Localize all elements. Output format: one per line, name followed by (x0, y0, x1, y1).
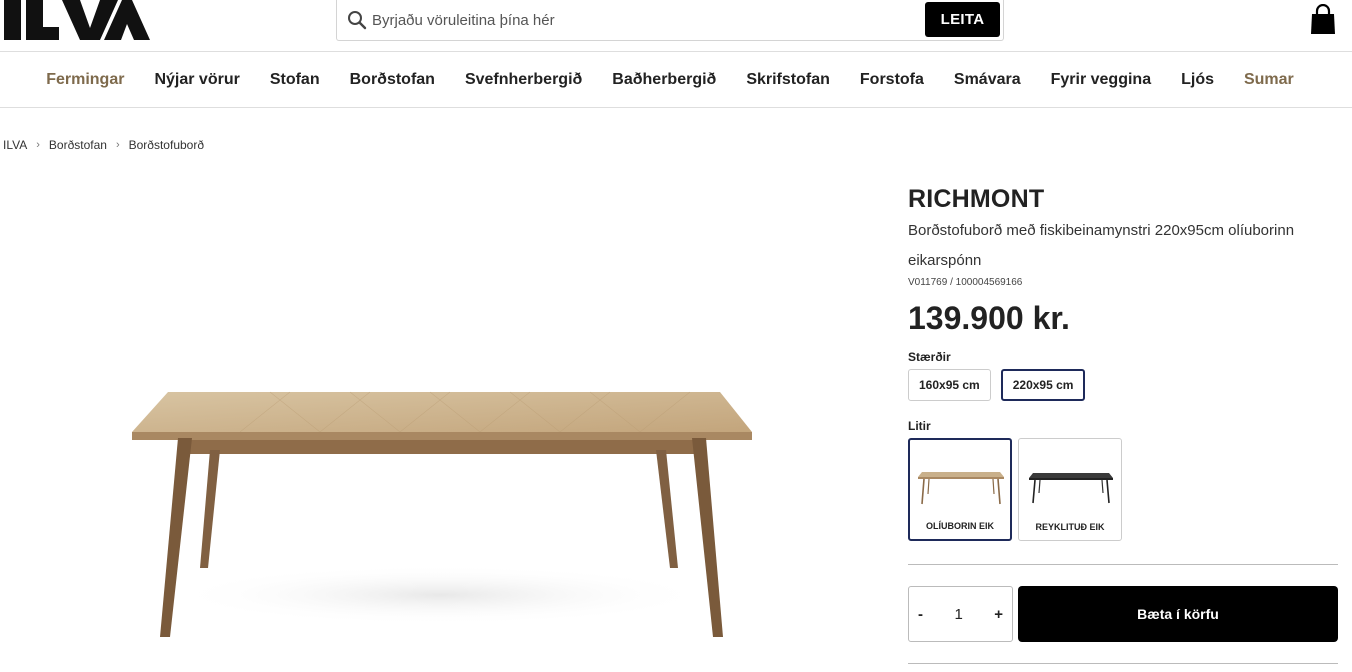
quantity-value[interactable]: 1 (954, 606, 962, 623)
size-options: 160x95 cm 220x95 cm (908, 369, 1338, 401)
product-image[interactable] (120, 380, 770, 655)
nav-item-fyrir-veggina[interactable]: Fyrir veggina (1051, 71, 1151, 89)
product-info: RICHMONT Borðstofuborð með fiskibeinamyn… (908, 184, 1338, 541)
nav-item-svefnherbergið[interactable]: Svefnherbergið (465, 71, 582, 89)
colors-label: Litir (908, 419, 931, 433)
nav-item-skrifstofan[interactable]: Skrifstofan (746, 71, 830, 89)
chevron-right-icon: › (36, 139, 40, 151)
divider (908, 564, 1338, 565)
nav-item-smávara[interactable]: Smávara (954, 71, 1021, 89)
breadcrumb-home[interactable]: ILVA (3, 138, 27, 152)
color-option-oiled-oak[interactable]: OLÍUBORIN EIK (908, 438, 1012, 541)
main-navigation: Fermingar Nýjar vörur Stofan Borðstofan Svef… (0, 52, 1352, 108)
site-header: LEITA (0, 0, 1352, 52)
nav-item-baðherbergið[interactable]: Baðherbergið (612, 71, 716, 89)
search-button[interactable]: LEITA (925, 2, 1000, 37)
breadcrumb-category[interactable]: Borðstofan (49, 138, 107, 152)
quantity-decrease-button[interactable]: - (918, 606, 923, 623)
product-description: Borðstofuborð með fiskibeinamynstri 220x… (908, 222, 1295, 269)
breadcrumb-current[interactable]: Borðstofuborð (129, 138, 204, 152)
color-name: REYKLITUÐ EIK (1035, 522, 1105, 532)
nav-item-borðstofan[interactable]: Borðstofan (350, 71, 435, 89)
sizes-label: Stærðir (908, 350, 951, 364)
quantity-increase-button[interactable]: + (994, 606, 1003, 623)
nav-item-forstofa[interactable]: Forstofa (860, 71, 924, 89)
shopping-bag-icon[interactable] (1308, 4, 1338, 36)
product-price: 139.900 kr. (908, 300, 1070, 336)
chevron-right-icon: › (115, 139, 120, 151)
oiled-oak-table-thumbnail (918, 472, 1004, 505)
size-option-220x95[interactable]: 220x95 cm (1000, 369, 1086, 401)
color-name: OLÍUBORIN EIK (925, 521, 994, 531)
breadcrumb: ILVA › Borðstofan › Borðstofuborð (3, 138, 204, 152)
nav-item-sumar[interactable]: Sumar (1244, 71, 1294, 89)
product-title: RICHMONT (908, 185, 1045, 213)
nav-item-nýjar-vörur[interactable]: Nýjar vörur (154, 71, 239, 89)
ilva-logo[interactable] (4, 0, 150, 42)
divider (908, 663, 1338, 664)
search-icon (348, 11, 367, 30)
search-bar: LEITA (336, 0, 1004, 41)
product-sku: V011769 / 100004569166 (908, 277, 1023, 288)
color-option-smoked-oak[interactable]: REYKLITUÐ EIK (1018, 438, 1122, 541)
add-to-cart-button[interactable]: Bæta í körfu (1018, 586, 1338, 642)
nav-item-fermingar[interactable]: Fermingar (46, 71, 124, 89)
nav-item-ljós[interactable]: Ljós (1181, 71, 1214, 89)
nav-item-stofan[interactable]: Stofan (270, 71, 320, 89)
search-input[interactable] (372, 6, 912, 34)
smoked-oak-table-thumbnail (1029, 473, 1113, 504)
quantity-stepper: - 1 + (908, 586, 1013, 642)
color-options: OLÍUBORIN EIK REYKLITUÐ EIK (908, 438, 1338, 541)
size-option-160x95[interactable]: 160x95 cm (908, 369, 991, 401)
